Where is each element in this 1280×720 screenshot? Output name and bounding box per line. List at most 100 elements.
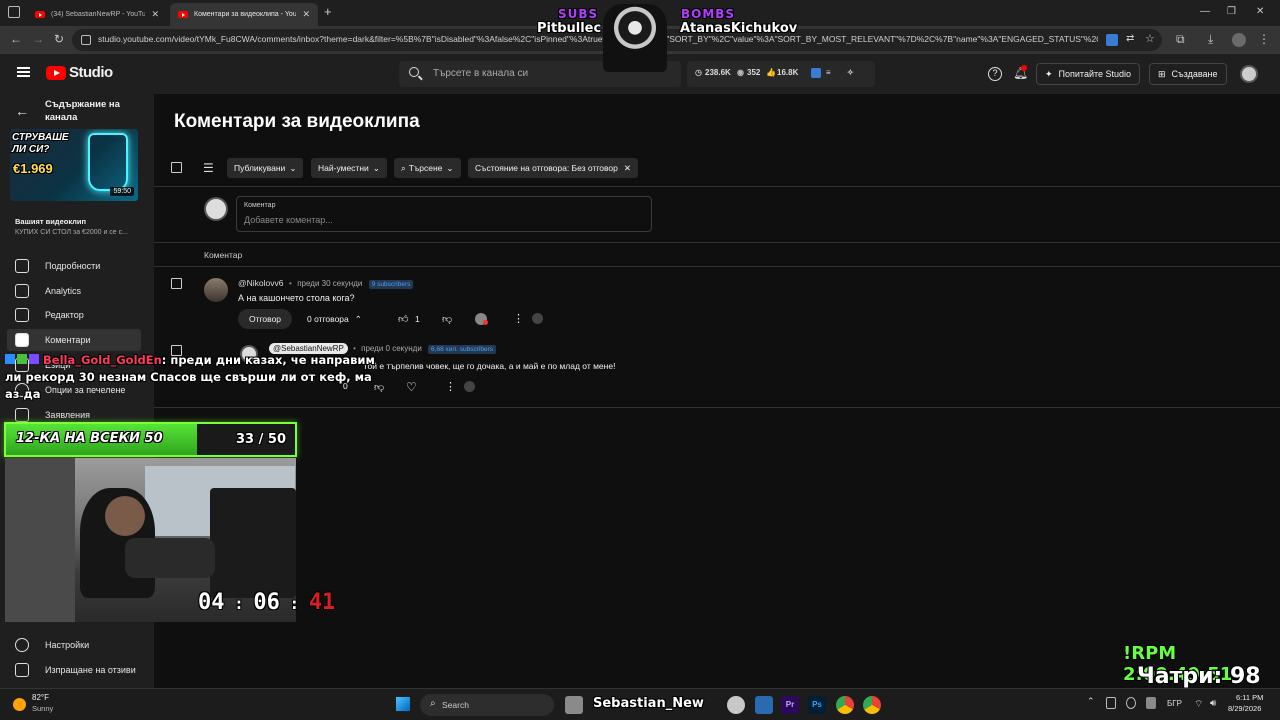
clock-time[interactable]: 6:11 PM <box>1236 693 1263 702</box>
taskbar-search[interactable]: ⌕ Search <box>420 694 554 716</box>
comments-icon <box>15 333 29 347</box>
help-icon[interactable]: ? <box>988 67 1002 81</box>
filter-chip-search[interactable]: ⌕ Търсене ⌄ <box>394 158 461 178</box>
subs-overlay-name: Pitbullec <box>537 21 602 36</box>
obs-icon[interactable] <box>727 696 745 714</box>
sidebar-item-feedback[interactable]: Изпращане на отзиви <box>0 659 154 681</box>
tab-actions-icon[interactable] <box>8 6 20 18</box>
streamer-graphic <box>105 496 145 536</box>
close-icon[interactable]: ✕ <box>624 163 631 174</box>
site-info-icon[interactable] <box>81 35 91 45</box>
forward-icon[interactable]: → <box>32 32 44 46</box>
sun-icon[interactable] <box>13 698 26 711</box>
sidebar-item-comments[interactable]: Коментари <box>7 329 141 351</box>
browser-tab[interactable]: (34) SebastianNewRP - YouTube ✕ <box>27 3 167 26</box>
heart-icon[interactable]: ♡ <box>406 380 417 394</box>
sidebar-item-settings[interactable]: Настройки <box>0 634 154 656</box>
menu-icon[interactable] <box>17 67 30 69</box>
chrome-icon[interactable] <box>863 696 881 714</box>
likes-stat: 16.8K <box>777 68 799 77</box>
more-options-icon[interactable]: ⋮ <box>445 380 456 393</box>
video-title: КУПИХ СИ СТОЛ за €2000 и се с... <box>15 229 128 236</box>
extension-icon[interactable] <box>1106 34 1118 46</box>
reply-button[interactable]: Отговор <box>238 309 293 329</box>
create-button[interactable]: ⊞ Създаване <box>1149 63 1227 85</box>
ask-studio-button[interactable]: ✦ Попитайте Studio <box>1036 63 1141 85</box>
language-indicator[interactable]: БГР <box>1167 699 1182 708</box>
subscribers-stat: 238.6K <box>705 68 731 77</box>
goal-label: 12-КА НА ВСЕКИ 50 <box>16 431 163 446</box>
translate-icon[interactable]: ⇄ <box>1126 33 1134 44</box>
list-icon[interactable]: ≡ <box>826 68 831 77</box>
video-duration: 59:50 <box>110 187 134 196</box>
timer-seconds: 41 <box>308 590 336 615</box>
tray-icon[interactable] <box>1146 697 1156 709</box>
task-view-icon[interactable] <box>565 696 583 714</box>
your-video-label: Вашият видеоклип <box>15 217 87 226</box>
photoshop-icon[interactable]: Ps <box>808 696 826 714</box>
commenter-avatar[interactable] <box>204 278 228 302</box>
download-icon[interactable]: ⤓ <box>1208 32 1213 47</box>
bookmark-star-icon[interactable]: ☆ <box>1145 32 1155 45</box>
youtube-favicon-icon <box>178 11 188 18</box>
windows-start-icon[interactable] <box>396 697 410 711</box>
sparkle-icon: ✦ <box>1045 68 1053 79</box>
extensions-icon[interactable]: ⧉ <box>1176 32 1185 47</box>
filter-chip-sort[interactable]: Най-уместни ⌄ <box>311 158 387 178</box>
sidebar-item-label: Analytics <box>45 286 82 296</box>
app-icon[interactable] <box>755 696 773 714</box>
like-icon[interactable]: 👍︎ <box>398 313 408 325</box>
studio-logo-text: Studio <box>69 64 113 81</box>
search-placeholder: Търсете в канала си <box>433 68 529 79</box>
video-thumbnail[interactable]: СТРУВАШЕ ЛИ СИ? €1.969 59:50 <box>10 129 138 201</box>
close-tab-icon[interactable]: ✕ <box>302 9 310 20</box>
tray-icon[interactable] <box>1126 697 1136 709</box>
clock-date[interactable]: 8/29/2026 <box>1228 704 1261 713</box>
weather-temp[interactable]: 82°F <box>32 693 49 702</box>
close-tab-icon[interactable]: ✕ <box>151 9 159 20</box>
filter-icon[interactable]: ☰ <box>203 161 214 175</box>
new-tab-button[interactable]: + <box>324 4 332 19</box>
sidebar-item-details[interactable]: Подробности <box>0 255 154 277</box>
sidebar-item-analytics[interactable]: Analytics <box>0 280 154 302</box>
account-avatar[interactable] <box>1240 65 1258 83</box>
restore-icon[interactable]: ❐ <box>1227 6 1236 17</box>
comment-text: Той е търпелив човек, ще го дочака, а и … <box>363 361 616 371</box>
network-icon[interactable]: ⌔ <box>1194 698 1203 711</box>
back-arrow-icon[interactable]: ← <box>15 103 29 119</box>
filter-chip-reply-status[interactable]: Състояние на отговора: Без отговор ✕ <box>468 158 638 178</box>
reload-icon[interactable]: ↻ <box>54 32 64 46</box>
minimize-icon[interactable]: — <box>1200 6 1210 17</box>
sidebar-item-label: Подробности <box>45 261 101 271</box>
back-icon[interactable]: ← <box>10 32 22 46</box>
volume-icon[interactable]: 🔊︎ <box>1210 698 1216 709</box>
replies-toggle[interactable]: 0 отговора ⌃ <box>307 314 362 325</box>
tab-title: Коментари за видеоклипа - YouTube <box>194 11 297 18</box>
dislike-icon[interactable]: 👎︎ <box>442 313 452 325</box>
chrome-icon[interactable] <box>836 696 854 714</box>
streamer-name-overlay: Sebastian_New <box>593 696 704 711</box>
comment-author[interactable]: @Nikolovv6 <box>238 278 283 288</box>
more-options-icon[interactable]: ⋮ <box>513 312 524 325</box>
tray-icon[interactable] <box>1106 697 1116 709</box>
browser-tab-active[interactable]: Коментари за видеоклипа - YouTube ✕ <box>170 3 318 26</box>
comment-checkbox[interactable] <box>171 278 182 289</box>
sidebar-item-editor[interactable]: Редактор <box>0 304 154 326</box>
channel-content-link[interactable]: Съдържание на канала <box>45 98 145 124</box>
premiere-icon[interactable]: Pr <box>781 696 799 714</box>
add-comment-input[interactable]: Коментар Добавете коментар... <box>236 196 652 232</box>
close-window-icon[interactable]: ✕ <box>1256 6 1264 17</box>
likes-icon: 👍 <box>766 68 776 77</box>
tray-chevron-icon[interactable]: ⌃ <box>1087 696 1095 707</box>
column-header-comment: Коментар <box>204 250 243 260</box>
badge-icon <box>5 354 15 364</box>
profile-avatar[interactable] <box>1232 33 1246 47</box>
extension-icon[interactable] <box>811 68 821 78</box>
filter-chip-published[interactable]: Публикувани ⌄ <box>227 158 304 178</box>
sparkle-icon[interactable]: ✧ <box>847 68 854 77</box>
youtube-logo-icon[interactable] <box>46 66 66 80</box>
browser-menu-icon[interactable]: ⋮ <box>1258 32 1270 46</box>
page-title: Коментари за видеоклипа <box>174 111 420 132</box>
windows-taskbar: 82°F Sunny ⌕ Search Sebastian_New Pr Ps … <box>0 688 1280 720</box>
select-all-checkbox[interactable] <box>171 162 182 173</box>
